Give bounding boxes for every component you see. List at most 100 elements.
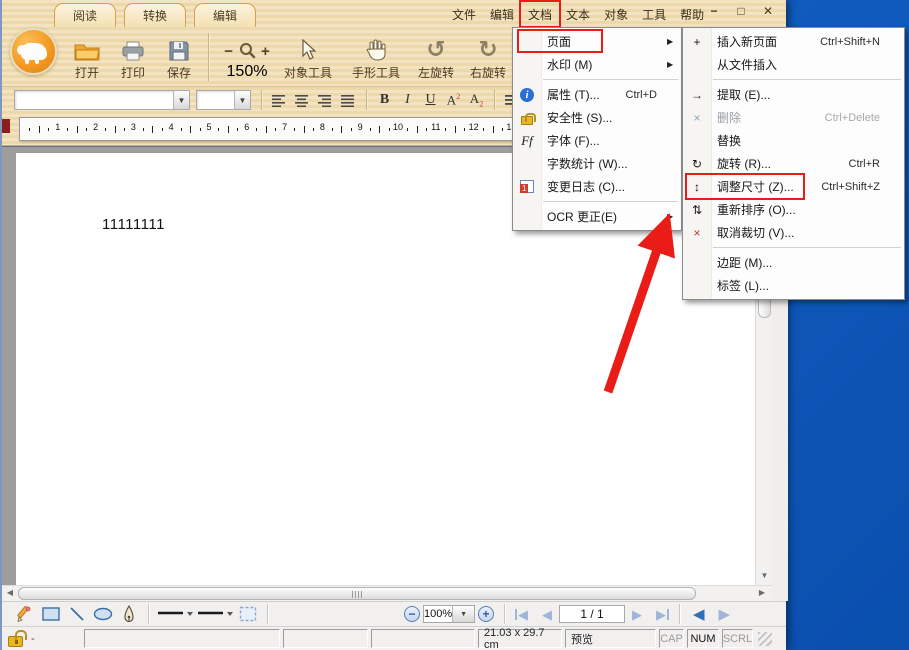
ruler-mark: [389, 128, 390, 131]
superscript-button[interactable]: A2: [442, 90, 465, 111]
zoom-out-button[interactable]: −: [404, 606, 420, 622]
chevron-down-icon[interactable]: ▼: [234, 91, 250, 109]
menu-item-label: 提取 (E)...: [711, 86, 890, 103]
zoom-in-button[interactable]: +: [261, 43, 270, 60]
page-submenu-item[interactable]: 标签 (L)...: [683, 274, 904, 297]
open-button[interactable]: 打开: [64, 31, 110, 85]
line-style-dropdown[interactable]: [155, 604, 195, 625]
menubar-item[interactable]: 文件: [445, 3, 483, 26]
app-logo-elephant-icon[interactable]: [10, 28, 57, 75]
underline-button[interactable]: U: [419, 90, 442, 111]
ruler-mark: [29, 128, 30, 131]
status-bar: - 21.03 x 29.7 cm 预览 CAP NUM SCRL: [2, 626, 786, 650]
doc-menu-item[interactable]: 页面▶: [513, 30, 681, 53]
object-tool-button[interactable]: 对象工具: [279, 31, 337, 85]
doc-menu-item[interactable]: 字数统计 (W)...: [513, 152, 681, 175]
doc-menu-item[interactable]: 1变更日志 (C)...: [513, 175, 681, 198]
font-icon: Ff: [519, 133, 535, 149]
doc-menu-item[interactable]: 水印 (M)▶: [513, 53, 681, 76]
menu-separator: [543, 201, 678, 202]
resize-icon: ↕: [689, 179, 705, 195]
menu-item-label: 替换: [711, 132, 890, 149]
extract-icon: →: [689, 87, 705, 103]
history-forward-button[interactable]: ▶: [719, 607, 731, 622]
pen-tool-button[interactable]: [116, 604, 142, 625]
print-label: 打印: [121, 64, 145, 81]
menubar-item[interactable]: 文档: [521, 3, 559, 26]
doc-menu-item[interactable]: 安全性 (S)...: [513, 106, 681, 129]
menubar-item[interactable]: 文本: [559, 3, 597, 26]
align-justify-button[interactable]: [337, 90, 360, 111]
hand-tool-button[interactable]: 手形工具: [347, 31, 405, 85]
next-page-button[interactable]: ▶: [632, 608, 642, 621]
print-button[interactable]: 打印: [110, 31, 156, 85]
page-submenu-item[interactable]: ↻旋转 (R)...Ctrl+R: [683, 152, 904, 175]
ruler-mark: [162, 128, 163, 131]
horizontal-scrollbar[interactable]: ◀ ▶: [2, 585, 772, 601]
zoom-percentage-combo[interactable]: 100% ▼: [423, 605, 475, 623]
page-submenu-item[interactable]: → 提取 (E)...: [683, 83, 904, 106]
menu-item-label: 字数统计 (W)...: [541, 155, 667, 172]
doc-menu-item[interactable]: OCR 更正(E)▶: [513, 205, 681, 228]
rectangle-tool-button[interactable]: [38, 604, 64, 625]
last-page-button[interactable]: ▶: [656, 608, 666, 621]
scroll-right-button[interactable]: ▶: [756, 588, 768, 597]
ruler-mark: 1: [55, 122, 60, 132]
align-center-button[interactable]: [291, 90, 314, 111]
page-submenu-item[interactable]: 替换: [683, 129, 904, 152]
page-submenu-item[interactable]: 从文件插入: [683, 53, 904, 76]
selection-marquee-button[interactable]: [235, 604, 261, 625]
menu-item-label: 字体 (F)...: [541, 132, 667, 149]
security-status[interactable]: -: [8, 631, 84, 647]
align-right-button[interactable]: [314, 90, 337, 111]
maximize-button[interactable]: □: [731, 2, 751, 20]
page-submenu-item[interactable]: +插入新页面Ctrl+Shift+N: [683, 30, 904, 53]
scroll-left-button[interactable]: ◀: [4, 588, 16, 597]
page-submenu-item[interactable]: 边距 (M)...: [683, 251, 904, 274]
page-submenu-item[interactable]: ↕调整尺寸 (Z)...Ctrl+Shift+Z: [683, 175, 904, 198]
italic-button[interactable]: I: [396, 90, 419, 111]
font-size-combo[interactable]: ▼: [196, 90, 251, 110]
page-text: 11111111: [102, 216, 165, 233]
minimize-button[interactable]: −: [704, 2, 724, 20]
scroll-down-button[interactable]: ▼: [758, 569, 771, 582]
zoom-in-button[interactable]: +: [478, 606, 494, 622]
align-left-button[interactable]: [268, 90, 291, 111]
tab-编辑[interactable]: 编辑: [194, 3, 256, 27]
line-width-dropdown[interactable]: [195, 604, 235, 625]
ruler-mark: 10: [393, 122, 403, 132]
line-tool-button[interactable]: [64, 604, 90, 625]
page-submenu-item[interactable]: ×删除Ctrl+Delete: [683, 106, 904, 129]
zoom-out-button[interactable]: −: [224, 43, 233, 60]
menubar-item[interactable]: 工具: [635, 3, 673, 26]
menubar-item[interactable]: 编辑: [483, 3, 521, 26]
page-submenu-item[interactable]: ⇅重新排序 (O)...: [683, 198, 904, 221]
pencil-tool-button[interactable]: [12, 604, 38, 625]
unlocked-padlock-icon: [8, 636, 23, 647]
menubar-item[interactable]: 对象: [597, 3, 635, 26]
ellipse-tool-button[interactable]: [90, 604, 116, 625]
bold-button[interactable]: B: [373, 90, 396, 111]
submenu-arrow-icon: ▶: [667, 212, 681, 221]
elephant-shape: [21, 43, 47, 60]
rotate-left-button[interactable]: ↺ 左旋转: [413, 31, 459, 85]
page-indicator[interactable]: 1 / 1: [559, 605, 625, 623]
subscript-button[interactable]: A2: [465, 90, 488, 111]
close-button[interactable]: ✕: [758, 2, 778, 20]
previous-page-button[interactable]: ◀: [542, 608, 552, 621]
chevron-down-icon[interactable]: ▼: [452, 606, 474, 622]
save-button[interactable]: 保存: [156, 31, 202, 85]
doc-menu-item[interactable]: Ff 字体 (F)...: [513, 129, 681, 152]
rotate-right-button[interactable]: ↻ 右旋转: [465, 31, 511, 85]
tab-阅读[interactable]: 阅读: [54, 3, 116, 27]
tab-转换[interactable]: 转换: [124, 3, 186, 27]
doc-menu-item[interactable]: i属性 (T)...Ctrl+D: [513, 83, 681, 106]
page-submenu-item[interactable]: ×取消裁切 (V)...: [683, 221, 904, 244]
first-page-button[interactable]: ◀: [518, 608, 528, 621]
horizontal-scrollbar-thumb[interactable]: [18, 587, 696, 600]
history-back-button[interactable]: ◀: [693, 607, 705, 622]
font-name-combo[interactable]: ▼: [14, 90, 190, 110]
tab-strip: 阅读转换编辑: [54, 3, 256, 27]
resize-grip[interactable]: [758, 632, 772, 646]
chevron-down-icon[interactable]: ▼: [173, 91, 189, 109]
